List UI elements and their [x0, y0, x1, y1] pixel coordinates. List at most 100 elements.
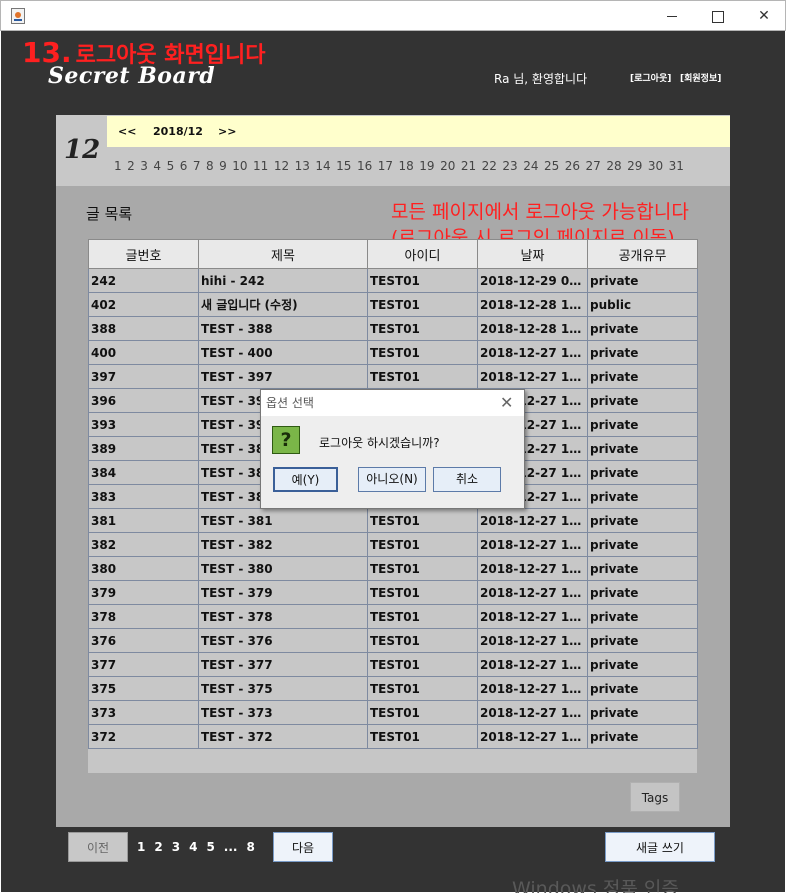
table-row[interactable]: 382TEST - 382TEST012018-12-27 19:5...pri… [88, 532, 698, 557]
table-cell: 379 [88, 580, 199, 605]
calendar-date[interactable]: 5 [167, 159, 175, 173]
table-row[interactable]: 376TEST - 376TEST012018-12-27 19:5...pri… [88, 628, 698, 653]
table-row[interactable]: 388TEST - 388TEST012018-12-28 16:5...pri… [88, 316, 698, 341]
column-header[interactable]: 날짜 [477, 239, 588, 269]
calendar-date[interactable]: 3 [140, 159, 148, 173]
page-number-link[interactable]: 5 [206, 840, 214, 854]
calendar-date[interactable]: 19 [419, 159, 434, 173]
calendar-date[interactable]: 15 [336, 159, 351, 173]
table-cell: 393 [88, 412, 199, 437]
calendar-date[interactable]: 21 [461, 159, 476, 173]
calendar-date[interactable]: 12 [274, 159, 289, 173]
logout-link[interactable]: [로그아웃] [630, 71, 671, 84]
new-post-button[interactable]: 새글 쓰기 [605, 832, 715, 862]
page-number-link[interactable]: 1 [137, 840, 145, 854]
calendar-date[interactable]: 7 [193, 159, 201, 173]
minimize-icon[interactable] [649, 1, 695, 31]
column-header[interactable]: 글번호 [88, 239, 199, 269]
calendar-date[interactable]: 30 [648, 159, 663, 173]
calendar-date[interactable]: 20 [440, 159, 455, 173]
page-number-link[interactable]: ... [224, 840, 238, 854]
calendar-date[interactable]: 13 [295, 159, 310, 173]
table-cell: 376 [88, 628, 199, 653]
table-cell: TEST01 [367, 292, 478, 317]
maximize-icon[interactable] [694, 1, 740, 31]
table-cell: private [587, 364, 698, 389]
table-cell: private [587, 652, 698, 677]
calendar-date[interactable]: 1 [114, 159, 122, 173]
calendar-date[interactable]: 17 [378, 159, 393, 173]
calendar-date[interactable]: 23 [502, 159, 517, 173]
table-row[interactable]: 378TEST - 378TEST012018-12-27 19:5...pri… [88, 604, 698, 629]
next-page-button[interactable]: 다음 [273, 832, 333, 862]
calendar-date[interactable]: 27 [586, 159, 601, 173]
calendar-date[interactable]: 22 [482, 159, 497, 173]
calendar-date[interactable]: 8 [206, 159, 214, 173]
calendar-date[interactable]: 29 [627, 159, 642, 173]
close-icon[interactable]: ✕ [741, 1, 786, 31]
table-cell: private [587, 532, 698, 557]
calendar-date[interactable]: 25 [544, 159, 559, 173]
java-app-icon [11, 8, 25, 24]
table-cell: 2018-12-28 17:1... [477, 292, 588, 317]
calendar-date[interactable]: 4 [153, 159, 161, 173]
calendar-date[interactable]: 10 [232, 159, 247, 173]
page-number-link[interactable]: 4 [189, 840, 197, 854]
prev-page-button[interactable]: 이전 [68, 832, 128, 862]
table-cell: TEST - 388 [198, 316, 368, 341]
page-number-link[interactable]: 2 [154, 840, 162, 854]
column-header[interactable]: 아이디 [367, 239, 478, 269]
table-cell: 2018-12-29 00:0... [477, 268, 588, 293]
table-row[interactable]: 375TEST - 375TEST012018-12-27 19:5...pri… [88, 676, 698, 701]
calendar-date[interactable]: 26 [565, 159, 580, 173]
next-month-button[interactable]: >> [218, 125, 236, 138]
table-cell: 2018-12-27 19:5... [477, 676, 588, 701]
table-cell: 377 [88, 652, 199, 677]
table-cell: 2018-12-27 19:5... [477, 508, 588, 533]
no-button[interactable]: 아니오(N) [358, 467, 426, 492]
table-cell: 402 [88, 292, 199, 317]
table-row[interactable]: 397TEST - 397TEST012018-12-27 19:5...pri… [88, 364, 698, 389]
page-number-link[interactable]: 8 [246, 840, 254, 854]
table-cell: 380 [88, 556, 199, 581]
calendar-date[interactable]: 9 [219, 159, 227, 173]
table-cell: TEST01 [367, 580, 478, 605]
table-cell: 242 [88, 268, 199, 293]
calendar-date[interactable]: 2 [127, 159, 135, 173]
table-row[interactable]: 379TEST - 379TEST012018-12-27 19:5...pri… [88, 580, 698, 605]
table-row[interactable]: 402새 글입니다 (수정)TEST012018-12-28 17:1...pu… [88, 292, 698, 317]
table-cell: TEST - 400 [198, 340, 368, 365]
calendar-date[interactable]: 18 [399, 159, 414, 173]
table-row[interactable]: 242hihi - 242TEST012018-12-29 00:0...pri… [88, 268, 698, 293]
table-cell: 2018-12-27 19:5... [477, 652, 588, 677]
table-cell: 397 [88, 364, 199, 389]
table-row[interactable]: 377TEST - 377TEST012018-12-27 19:5...pri… [88, 652, 698, 677]
table-row[interactable]: 380TEST - 380TEST012018-12-27 19:5...pri… [88, 556, 698, 581]
column-header[interactable]: 제목 [198, 239, 368, 269]
calendar-date[interactable]: 11 [253, 159, 268, 173]
table-cell: TEST - 378 [198, 604, 368, 629]
prev-month-button[interactable]: << [118, 125, 136, 138]
calendar-date[interactable]: 24 [523, 159, 538, 173]
column-header[interactable]: 공개유무 [587, 239, 698, 269]
table-row[interactable]: 400TEST - 400TEST012018-12-27 19:5...pri… [88, 340, 698, 365]
table-row[interactable]: 373TEST - 373TEST012018-12-27 19:5...pri… [88, 700, 698, 725]
calendar-date[interactable]: 31 [669, 159, 684, 173]
table-cell: TEST01 [367, 556, 478, 581]
table-cell: 2018-12-27 19:5... [477, 364, 588, 389]
member-info-link[interactable]: [회원정보] [680, 71, 721, 84]
table-cell: TEST01 [367, 340, 478, 365]
calendar-date[interactable]: 6 [180, 159, 188, 173]
page-number-link[interactable]: 3 [172, 840, 180, 854]
table-row[interactable]: 372TEST - 372TEST012018-12-27 19:5...pri… [88, 724, 698, 749]
calendar-date[interactable]: 14 [315, 159, 330, 173]
calendar-date[interactable]: 28 [606, 159, 621, 173]
table-cell: private [587, 484, 698, 509]
calendar-date[interactable]: 16 [357, 159, 372, 173]
cancel-button[interactable]: 취소 [433, 467, 501, 492]
tags-button[interactable]: Tags [630, 782, 680, 812]
yes-button[interactable]: 예(Y) [273, 467, 338, 492]
table-row[interactable]: 381TEST - 381TEST012018-12-27 19:5...pri… [88, 508, 698, 533]
table-cell: 400 [88, 340, 199, 365]
dialog-close-icon[interactable]: ✕ [500, 394, 513, 412]
